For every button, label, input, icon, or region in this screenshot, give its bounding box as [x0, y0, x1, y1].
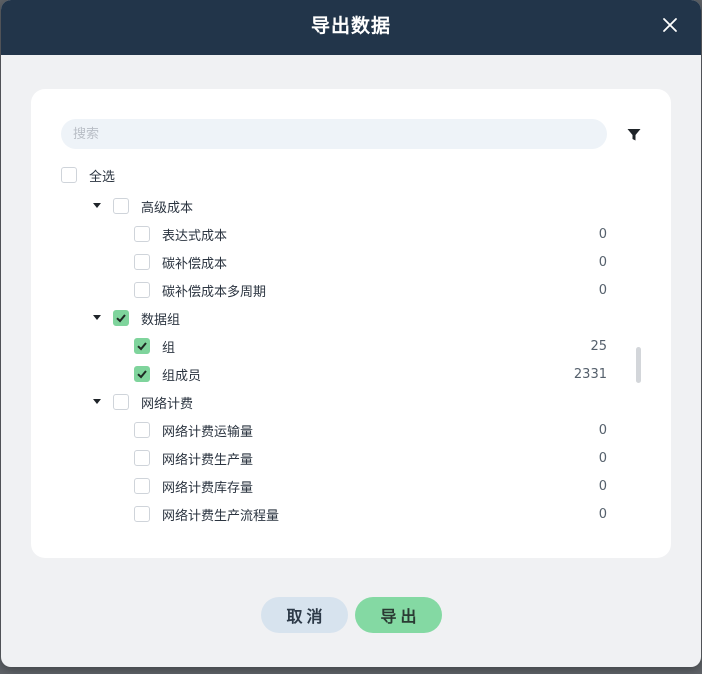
group-label: 网络计费 [141, 396, 194, 412]
item-count: 0 [598, 282, 607, 298]
item-count: 0 [598, 506, 607, 522]
select-all-label: 全选 [89, 169, 116, 185]
item-count: 0 [598, 450, 607, 466]
select-all-row: 全选 [61, 161, 115, 189]
tree-item-row: 网络计费生产流程量 0 [134, 500, 671, 528]
close-button[interactable] [657, 12, 683, 38]
item-label: 网络计费生产量 [162, 452, 254, 468]
item-label: 网络计费生产流程量 [162, 508, 280, 524]
check-icon [137, 342, 147, 351]
group-label: 高级成本 [141, 200, 194, 216]
tree-group-row: 网络计费 [92, 388, 193, 416]
close-icon [663, 18, 677, 32]
item-checkbox[interactable] [134, 254, 150, 270]
item-count: 0 [598, 422, 607, 438]
item-label: 碳补偿成本 [162, 256, 228, 272]
group-checkbox[interactable] [113, 198, 129, 214]
cancel-button[interactable]: 取消 [261, 597, 348, 633]
item-label: 网络计费运输量 [162, 424, 254, 440]
check-icon [116, 314, 126, 323]
check-icon [137, 370, 147, 379]
tree-group-row: 高级成本 [92, 192, 193, 220]
item-checkbox[interactable] [134, 226, 150, 242]
item-count: 0 [598, 478, 607, 494]
item-count: 2331 [573, 366, 607, 382]
tree-item-row: 组 25 [134, 332, 671, 360]
search-input[interactable] [61, 119, 607, 149]
filter-button[interactable] [627, 127, 641, 141]
item-checkbox[interactable] [134, 366, 150, 382]
export-data-dialog: 导出数据 全选 高级成本 [1, 0, 701, 667]
expand-toggle[interactable] [92, 313, 102, 323]
tree-group-row: 数据组 [92, 304, 180, 332]
select-all-checkbox[interactable] [61, 167, 77, 183]
dialog-header: 导出数据 [1, 0, 701, 55]
item-checkbox[interactable] [134, 450, 150, 466]
list-scrollbar[interactable] [636, 347, 641, 383]
item-checkbox[interactable] [134, 338, 150, 354]
item-count: 0 [598, 254, 607, 270]
item-checkbox[interactable] [134, 478, 150, 494]
tree-item-row: 碳补偿成本多周期 0 [134, 276, 671, 304]
dialog-title: 导出数据 [310, 15, 391, 37]
item-checkbox[interactable] [134, 506, 150, 522]
tree-item-row: 碳补偿成本 0 [134, 248, 671, 276]
item-label: 组成员 [162, 368, 202, 384]
group-checkbox[interactable] [113, 310, 129, 326]
group-label: 数据组 [141, 312, 181, 328]
item-label: 网络计费库存量 [162, 480, 254, 496]
tree-item-row: 表达式成本 0 [134, 220, 671, 248]
tree-item-row: 网络计费运输量 0 [134, 416, 671, 444]
item-label: 组 [162, 340, 176, 356]
tree-item-row: 组成员 2331 [134, 360, 671, 388]
expand-toggle[interactable] [92, 397, 102, 407]
item-checkbox[interactable] [134, 422, 150, 438]
item-checkbox[interactable] [134, 282, 150, 298]
data-selection-panel: 全选 高级成本 表达式成本 0 碳补偿成本 0 碳补偿成本多周期 0 [31, 89, 671, 558]
caret-down-icon [93, 315, 101, 320]
expand-toggle[interactable] [92, 201, 102, 211]
item-count: 25 [590, 338, 607, 354]
item-label: 表达式成本 [162, 228, 228, 244]
filter-icon [627, 129, 641, 141]
item-label: 碳补偿成本多周期 [162, 284, 267, 300]
export-button[interactable]: 导出 [355, 597, 442, 633]
tree-item-row: 网络计费库存量 0 [134, 472, 671, 500]
item-count: 0 [598, 226, 607, 242]
caret-down-icon [93, 399, 101, 404]
caret-down-icon [93, 203, 101, 208]
tree-item-row: 网络计费生产量 0 [134, 444, 671, 472]
group-checkbox[interactable] [113, 394, 129, 410]
